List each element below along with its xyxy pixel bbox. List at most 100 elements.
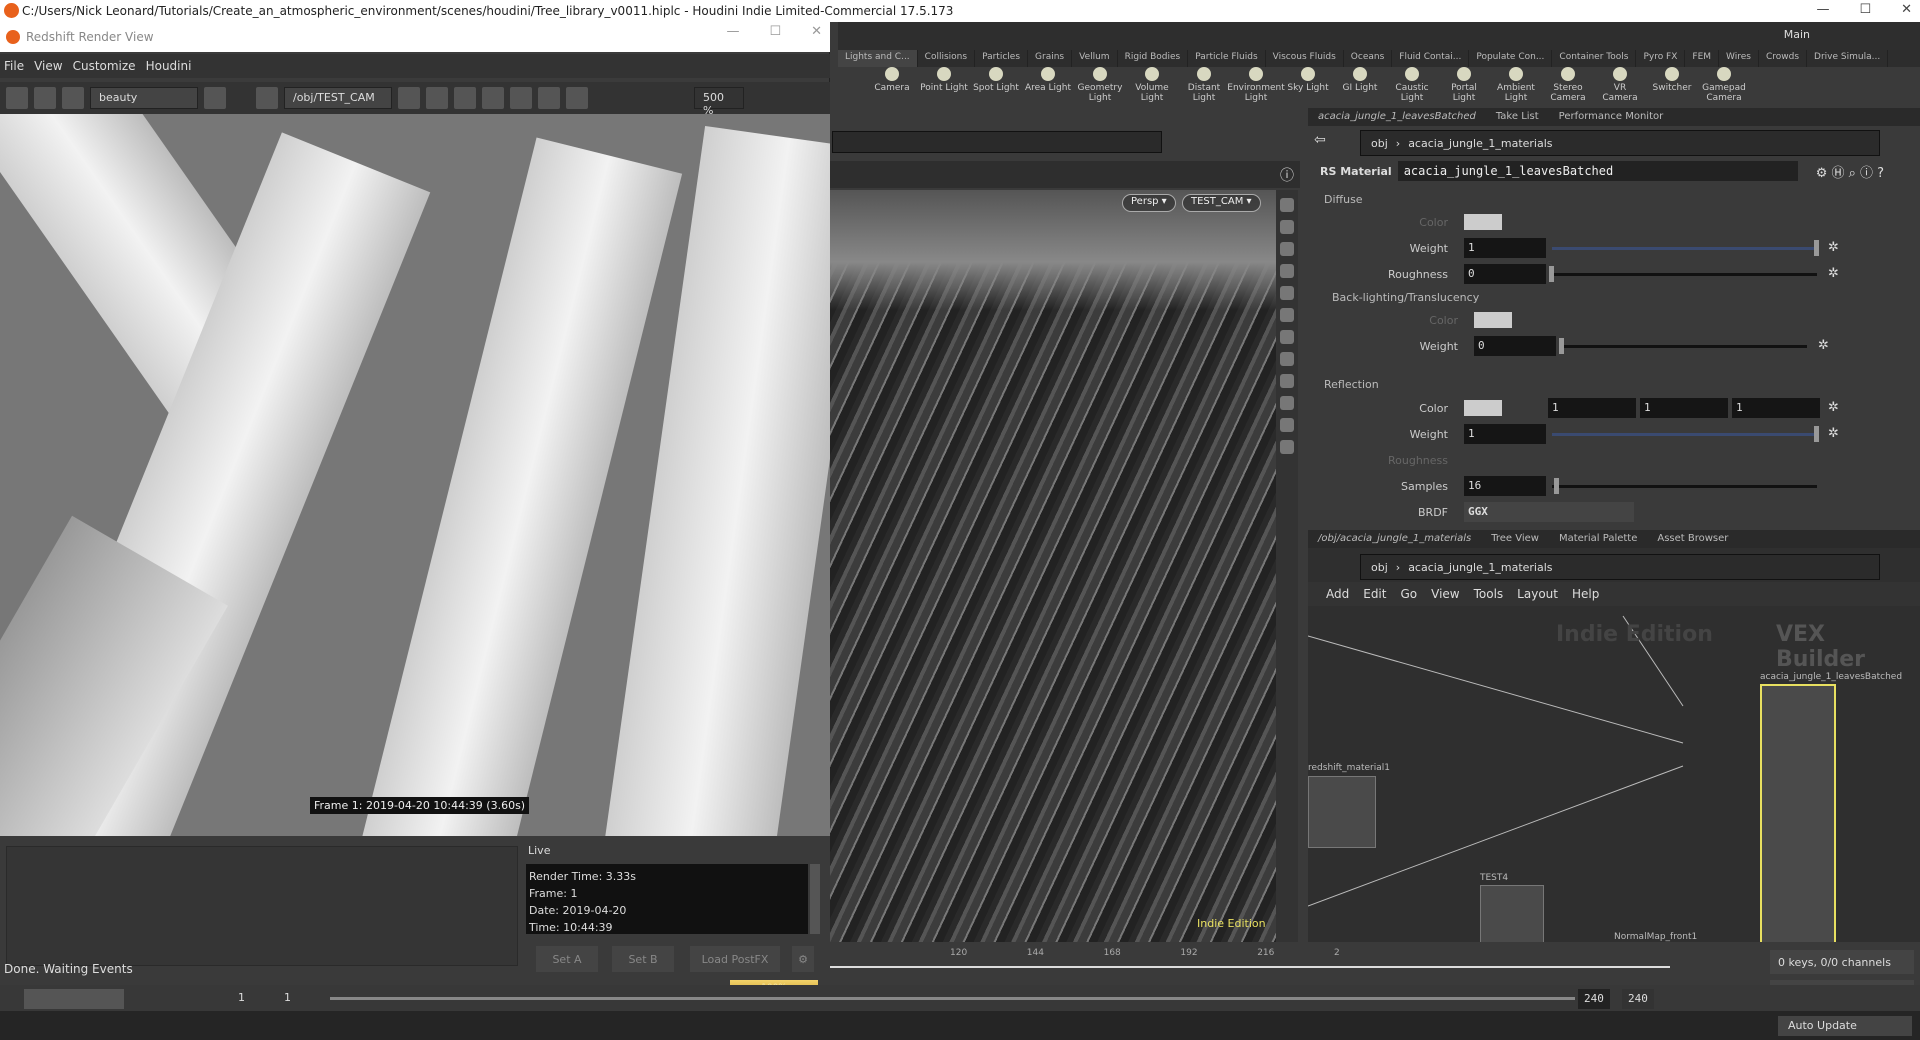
backlight-weight-field[interactable]: 0 bbox=[1474, 336, 1556, 356]
shelf-tab[interactable]: Wires bbox=[1719, 50, 1759, 67]
shelf-tab[interactable]: Container Tools bbox=[1552, 50, 1637, 67]
current-frame[interactable]: 1 bbox=[284, 991, 291, 1004]
persp-menu[interactable]: Persp ▾ bbox=[1122, 194, 1176, 212]
shelf-tab[interactable]: Vellum bbox=[1072, 50, 1118, 67]
param-path-bar[interactable]: obj › acacia_jungle_1_materials bbox=[1360, 130, 1880, 156]
refl-color-swatch[interactable] bbox=[1464, 400, 1502, 416]
shelf-tab[interactable]: Particle Fluids bbox=[1188, 50, 1266, 67]
backlight-color-swatch[interactable] bbox=[1474, 312, 1512, 328]
shelf-tab[interactable]: Drive Simula... bbox=[1807, 50, 1889, 67]
refl-weight-slider[interactable] bbox=[1552, 426, 1819, 442]
timeline[interactable]: 120 144 168 192 216 2 bbox=[830, 942, 1720, 984]
tool-icon[interactable] bbox=[426, 87, 448, 109]
path-node[interactable]: acacia_jungle_1_materials bbox=[1408, 137, 1552, 150]
viewport-path-bar[interactable] bbox=[832, 131, 1162, 153]
diffuse-weight-field[interactable]: 1 bbox=[1464, 238, 1546, 258]
slider-handle[interactable] bbox=[1559, 338, 1564, 354]
gear-icon[interactable]: ✲ bbox=[1828, 400, 1839, 415]
path-root[interactable]: obj bbox=[1371, 137, 1388, 150]
camera-menu[interactable]: TEST_CAM ▾ bbox=[1182, 194, 1261, 212]
tab-tree-view[interactable]: Tree View bbox=[1481, 530, 1549, 548]
snapshot-icon[interactable] bbox=[204, 87, 226, 109]
end-frame-global[interactable]: 240 bbox=[1622, 989, 1654, 1009]
menu-edit[interactable]: Edit bbox=[1363, 587, 1386, 601]
shelf-tab[interactable]: Particles bbox=[975, 50, 1029, 67]
info-scrollbar[interactable] bbox=[810, 864, 820, 934]
menu-go[interactable]: Go bbox=[1400, 587, 1417, 601]
tool-icon[interactable] bbox=[1280, 396, 1294, 410]
set-b-button[interactable]: Set B bbox=[612, 946, 674, 972]
rs-material-node[interactable] bbox=[1760, 684, 1836, 942]
test4-node[interactable] bbox=[1480, 885, 1544, 942]
network-path-bar[interactable]: obj › acacia_jungle_1_materials bbox=[1360, 554, 1880, 580]
gear-icon[interactable]: ⚙ bbox=[792, 946, 814, 972]
menu-tools[interactable]: Tools bbox=[1474, 587, 1504, 601]
slider-handle[interactable] bbox=[1549, 266, 1554, 282]
tool-icon[interactable] bbox=[1280, 264, 1294, 278]
shelf-tool[interactable]: Ambient Light bbox=[1492, 67, 1540, 107]
shelf-tool[interactable]: Camera bbox=[868, 67, 916, 107]
shelf-tab[interactable]: Grains bbox=[1028, 50, 1073, 67]
shelf-tab[interactable]: Oceans bbox=[1344, 50, 1393, 67]
menu-layout[interactable]: Layout bbox=[1517, 587, 1558, 601]
shelf-tab[interactable]: Rigid Bodies bbox=[1118, 50, 1189, 67]
shelf-tab[interactable]: Populate Con... bbox=[1469, 50, 1553, 67]
stop-icon[interactable] bbox=[34, 87, 56, 109]
shelf-tab[interactable]: Collisions bbox=[918, 50, 976, 67]
shelf-tab[interactable]: Viscous Fluids bbox=[1266, 50, 1344, 67]
shelf-tool[interactable]: Spot Light bbox=[972, 67, 1020, 107]
copy-icon[interactable] bbox=[566, 87, 588, 109]
shelf-tool[interactable]: Portal Light bbox=[1440, 67, 1488, 107]
shelf-tool[interactable]: Volume Light bbox=[1128, 67, 1176, 107]
shelf-tool[interactable]: Environment Light bbox=[1227, 67, 1285, 107]
refl-samples-slider[interactable] bbox=[1552, 478, 1817, 494]
shelf-tool[interactable]: Area Light bbox=[1024, 67, 1072, 107]
menu-customize[interactable]: Customize bbox=[73, 59, 136, 73]
diffuse-roughness-slider[interactable] bbox=[1549, 266, 1817, 282]
gear-icon[interactable]: ✲ bbox=[1818, 338, 1829, 353]
aov-select[interactable]: beauty bbox=[90, 87, 198, 109]
maximize-button[interactable]: ☐ bbox=[1859, 2, 1871, 17]
camera-select[interactable]: /obj/TEST_CAM bbox=[284, 87, 392, 109]
crop-icon[interactable] bbox=[256, 87, 278, 109]
path-root[interactable]: obj bbox=[1371, 561, 1388, 574]
shelf-tab[interactable]: Fluid Contai... bbox=[1392, 50, 1470, 67]
tab-parameters[interactable]: acacia_jungle_1_leavesBatched bbox=[1308, 108, 1486, 126]
shelf-tool[interactable]: Caustic Light bbox=[1388, 67, 1436, 107]
backlight-weight-slider[interactable] bbox=[1559, 338, 1807, 354]
tab-performance-monitor[interactable]: Performance Monitor bbox=[1549, 108, 1674, 126]
rs-minimize-button[interactable]: — bbox=[726, 24, 739, 39]
shelf-tool[interactable]: Stereo Camera bbox=[1544, 67, 1592, 107]
zoom-icon[interactable] bbox=[482, 87, 504, 109]
diffuse-roughness-field[interactable]: 0 bbox=[1464, 264, 1546, 284]
menu-view[interactable]: View bbox=[1431, 587, 1459, 601]
gear-icon[interactable]: ✲ bbox=[1828, 426, 1839, 441]
menu-add[interactable]: Add bbox=[1326, 587, 1349, 601]
diffuse-color-swatch[interactable] bbox=[1464, 214, 1502, 230]
desktop-selector[interactable]: Main bbox=[1784, 28, 1810, 41]
rs-close-button[interactable]: ✕ bbox=[811, 24, 822, 39]
shelf-tab[interactable]: Pyro FX bbox=[1636, 50, 1686, 67]
help-icon[interactable]: ⓘ bbox=[1280, 165, 1294, 185]
menu-file[interactable]: File bbox=[4, 59, 24, 73]
ipr-icon[interactable] bbox=[454, 87, 476, 109]
back-arrow-icon[interactable]: ⇦ bbox=[1314, 132, 1326, 148]
refl-color-g[interactable]: 1 bbox=[1640, 398, 1728, 418]
slider-handle[interactable] bbox=[1554, 478, 1560, 494]
path-node[interactable]: acacia_jungle_1_materials bbox=[1408, 561, 1552, 574]
shelf-tool[interactable]: GI Light bbox=[1336, 67, 1384, 107]
brdf-select[interactable]: GGX bbox=[1464, 502, 1634, 522]
scene-viewport[interactable]: Persp ▾ TEST_CAM ▾ Indie Edition bbox=[830, 190, 1285, 942]
tab-take-list[interactable]: Take List bbox=[1486, 108, 1549, 126]
add-icon[interactable] bbox=[538, 87, 560, 109]
menu-houdini[interactable]: Houdini bbox=[146, 59, 192, 73]
slider-handle[interactable] bbox=[1814, 426, 1819, 442]
tab-network[interactable]: /obj/acacia_jungle_1_materials bbox=[1308, 530, 1481, 548]
gear-icon[interactable]: ✲ bbox=[1828, 266, 1839, 281]
refl-weight-field[interactable]: 1 bbox=[1464, 424, 1546, 444]
keys-status[interactable]: 0 keys, 0/0 channels bbox=[1770, 950, 1914, 974]
shelf-tool[interactable]: Gamepad Camera bbox=[1700, 67, 1748, 107]
redshift-material-node[interactable] bbox=[1308, 776, 1376, 848]
shelf-tool[interactable]: Switcher bbox=[1648, 67, 1696, 107]
refl-color-r[interactable]: 1 bbox=[1548, 398, 1636, 418]
